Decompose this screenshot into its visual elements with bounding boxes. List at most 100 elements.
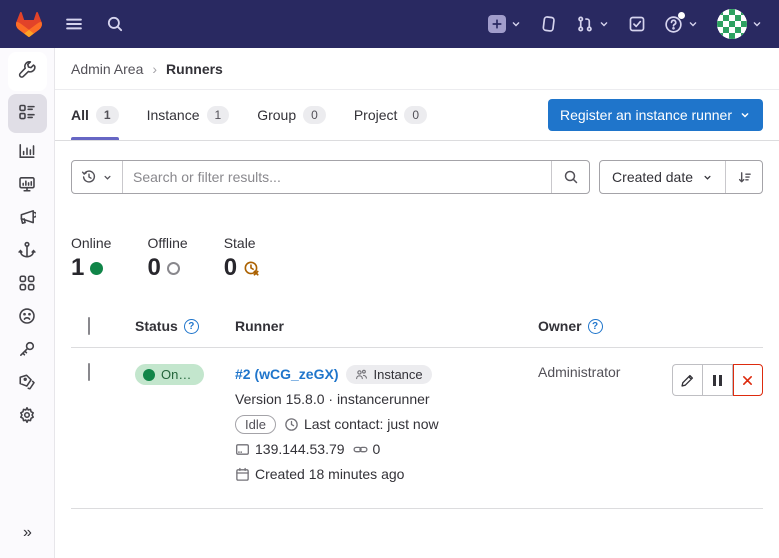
issues-icon [540,15,558,33]
stat-offline-value: 0 [147,254,160,282]
history-icon [81,169,97,185]
sidebar-item-overview[interactable] [8,94,47,133]
user-menu-button[interactable] [717,9,763,39]
issues-button[interactable] [540,15,558,33]
tab-count-badge: 1 [96,106,119,124]
chevron-down-icon [102,172,113,183]
stat-offline-label: Offline [147,235,187,251]
job-status-badge: Idle [235,415,276,434]
search-input[interactable] [123,169,551,185]
stat-online-value: 1 [71,254,84,282]
frown-face-icon [18,307,36,328]
runner-type-badge: Instance [346,365,431,384]
sidebar-item-system-hooks[interactable] [8,235,47,268]
recent-searches-dropdown[interactable] [72,161,123,193]
sidebar-item-labels[interactable] [8,367,47,400]
tab-instance[interactable]: Instance 1 [147,90,230,140]
grid-icon [18,274,36,295]
gitlab-logo[interactable] [16,12,42,37]
top-navbar [0,0,779,48]
bar-chart-icon [18,142,36,163]
sidebar-collapse-button[interactable]: » [0,524,55,542]
runner-type-label: Instance [373,367,422,382]
new-menu-button[interactable] [488,15,522,33]
sidebar-item-deploy-keys[interactable] [8,334,47,367]
merge-request-icon [576,15,594,33]
stale-clock-icon [243,260,260,277]
register-instance-runner-button[interactable]: Register an instance runner [548,99,763,131]
status-online-badge: Online [135,364,204,385]
runner-ip-text: 139.144.53.79 [255,441,345,457]
search-submit-button[interactable] [551,161,589,193]
sort-direction-button[interactable] [725,161,762,193]
row-checkbox[interactable] [88,363,90,381]
tab-label: Group [257,107,296,123]
sidebar-item-analytics[interactable] [8,136,47,169]
runner-owner[interactable]: Administrator [538,364,620,380]
runner-actions [672,364,763,396]
tab-project[interactable]: Project 0 [354,90,427,140]
monitor-icon [18,175,36,196]
last-contact-text: Last contact: just now [304,416,439,432]
pause-runner-button[interactable] [702,364,732,396]
notification-dot [678,12,685,19]
sidebar-item-monitoring[interactable] [8,169,47,202]
offline-ring-icon [167,262,180,275]
search-icon [106,15,124,33]
calendar-icon [235,467,250,482]
status-help-icon[interactable]: ? [184,319,199,334]
runner-created: Created 18 minutes ago [235,466,404,482]
breadcrumb-admin-area[interactable]: Admin Area [71,61,143,77]
owner-help-icon[interactable]: ? [588,319,603,334]
filter-bar: Created date [55,141,779,210]
tab-count-badge: 0 [404,106,427,124]
todos-button[interactable] [628,15,646,33]
edit-runner-button[interactable] [672,364,702,396]
anchor-icon [18,241,36,262]
runner-link[interactable]: #2 (wCG_zeGX) [235,366,338,382]
hamburger-icon [64,14,84,34]
help-menu-button[interactable] [664,15,699,34]
tab-all[interactable]: All 1 [71,90,119,140]
sidebar-item-settings[interactable] [8,400,47,433]
sort-by-dropdown[interactable]: Created date [600,161,725,193]
gear-icon [18,406,36,427]
hamburger-menu-button[interactable] [64,14,84,34]
key-icon [18,340,36,361]
stat-stale: Stale 0 [224,235,260,282]
runner-tabs-bar: All 1 Instance 1 Group 0 Project 0 Regis… [55,90,779,141]
overview-list-icon [18,103,36,124]
sort-descending-icon [737,170,752,185]
sort-by-label: Created date [612,169,693,185]
tab-count-badge: 1 [207,106,230,124]
runner-projects-count-text: 0 [373,441,381,457]
labels-icon [18,373,36,394]
tab-group[interactable]: Group 0 [257,90,326,140]
sidebar-item-applications[interactable] [8,268,47,301]
register-button-label: Register an instance runner [560,107,732,123]
nav-search-button[interactable] [106,15,124,33]
breadcrumb-separator: › [152,61,157,77]
merge-requests-button[interactable] [576,15,610,33]
admin-sidebar: » [0,48,55,558]
chevron-down-icon [739,109,751,121]
pause-icon [713,375,722,386]
help-icon [664,15,683,34]
sidebar-item-admin-overview[interactable] [8,52,47,91]
avatar [717,9,747,39]
runner-ip: 139.144.53.79 [235,441,345,457]
sort-control: Created date [599,160,763,194]
tab-label: Project [354,107,398,123]
users-icon [355,368,368,381]
sidebar-item-abuse-reports[interactable] [8,301,47,334]
select-all-checkbox[interactable] [88,317,90,335]
new-plus-icon [488,15,506,33]
online-dot-icon [90,262,103,275]
host-icon [235,442,250,457]
status-column-header: Status [135,318,178,334]
search-filter-box [71,160,590,194]
delete-runner-button[interactable] [733,364,763,396]
stat-online: Online 1 [71,235,111,282]
sidebar-item-messages[interactable] [8,202,47,235]
status-badge-label: Online [161,367,194,382]
